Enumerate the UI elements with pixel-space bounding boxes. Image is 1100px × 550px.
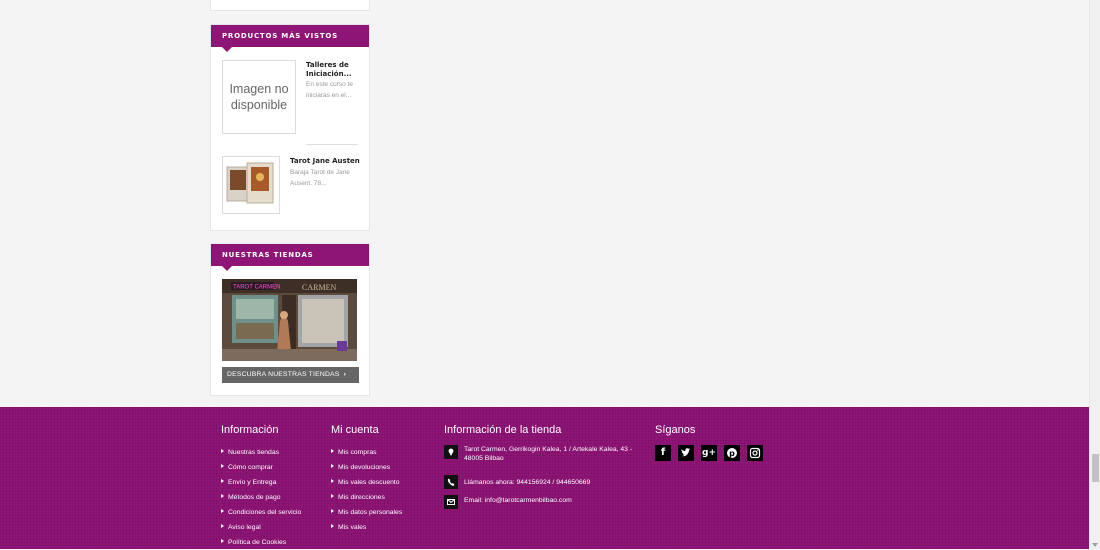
bullet-icon [221, 464, 224, 468]
footer-link[interactable]: Mis datos personales [331, 505, 402, 520]
store-sign-right: CARMEN [302, 283, 336, 292]
footer-account-list: Mis compras Mis devoluciones Mis vales d… [331, 445, 402, 535]
page: PRODUCTOS MÁS VISTOS Imagen no disponibl… [0, 0, 1090, 549]
discover-stores-button[interactable]: DESCUBRA NUESTRAS TIENDAS › [222, 367, 359, 383]
store-sign-left: TAROT CARMEN [233, 285, 280, 291]
google-plus-icon[interactable]: g+ [701, 445, 717, 461]
tarot-deck-image [226, 162, 274, 204]
bullet-icon [331, 464, 334, 468]
footer-link[interactable]: Condiciones del servicio [221, 505, 301, 520]
bullet-icon [331, 524, 334, 528]
footer: Información Nuestras tiendas Cómo compra… [0, 407, 1090, 549]
scrollbar-thumb[interactable] [1092, 454, 1099, 482]
footer-link[interactable]: Mis direcciones [331, 490, 402, 505]
footer-link[interactable]: Aviso legal [221, 520, 301, 535]
bullet-icon [221, 449, 224, 453]
divider [306, 144, 358, 145]
svg-text:p: p [729, 449, 735, 458]
pinterest-icon[interactable]: p [724, 445, 740, 461]
footer-link[interactable]: Cómo comprar [221, 460, 301, 475]
footer-account-title: Mi cuenta [331, 424, 379, 436]
store-phone: Llámanos ahora: 944156924 / 944650669 [464, 479, 591, 486]
store-front-image: TAROT CARMEN CARMEN [222, 279, 357, 361]
instagram-icon[interactable] [747, 445, 763, 461]
footer-store-title: Información de la tienda [444, 424, 562, 436]
footer-link[interactable]: Mis vales descuento [331, 475, 402, 490]
bullet-icon [221, 524, 224, 528]
twitter-icon[interactable] [678, 445, 694, 461]
bullet-icon [331, 479, 334, 483]
phone-icon [444, 475, 458, 489]
footer-link[interactable]: Nuestras tiendas [221, 445, 301, 460]
bullet-icon [221, 494, 224, 498]
map-marker-icon [444, 445, 458, 459]
footer-info-list: Nuestras tiendas Cómo comprar Envío y En… [221, 445, 301, 550]
stores-block: NUESTRAS TIENDAS TAROT CARMEN CARMEN DES… [210, 243, 370, 396]
chevron-right-icon: › [343, 371, 347, 378]
scroll-down-arrow-icon[interactable] [1092, 543, 1098, 547]
bullet-icon [331, 449, 334, 453]
footer-link[interactable]: Envío y Entrega [221, 475, 301, 490]
footer-link[interactable]: Mis compras [331, 445, 402, 460]
store-address: Tarot Carmen, Gerrikogin Kalea, 1 / Arte… [464, 446, 633, 462]
store-email[interactable]: Email: info@tarotcarmenbilbao.com [464, 496, 644, 505]
bullet-icon [221, 509, 224, 513]
product-name-link[interactable]: Talleres de Iniciación... [306, 61, 361, 79]
stores-title: NUESTRAS TIENDAS [211, 244, 369, 271]
vertical-scrollbar[interactable] [1089, 0, 1100, 549]
footer-info-title: Información [221, 424, 279, 436]
footer-link[interactable]: Mis devoluciones [331, 460, 402, 475]
viewed-products-block: PRODUCTOS MÁS VISTOS Imagen no disponibl… [210, 24, 370, 231]
product-description: Baraja Tarot de Jane Ausent. 78... [290, 169, 350, 187]
bullet-icon [331, 509, 334, 513]
previous-block-bottom [210, 0, 370, 11]
footer-link[interactable]: Métodos de pago [221, 490, 301, 505]
no-image-text: Imagen no disponible [229, 82, 289, 112]
product-description: En este curso te iniciaras en el... [306, 81, 353, 99]
discover-stores-label: DESCUBRA NUESTRAS TIENDAS [227, 371, 340, 378]
store-photo[interactable]: TAROT CARMEN CARMEN [222, 279, 357, 361]
bullet-icon [331, 494, 334, 498]
envelope-icon [444, 495, 458, 509]
facebook-icon[interactable]: f [655, 445, 671, 461]
footer-follow-title: Síganos [655, 424, 696, 436]
product-image-placeholder[interactable]: Imagen no disponible [222, 60, 296, 134]
bullet-icon [221, 479, 224, 483]
viewed-products-title: PRODUCTOS MÁS VISTOS [211, 25, 369, 52]
footer-link[interactable]: Política de Cookies [221, 535, 301, 550]
footer-link[interactable]: Mis vales [331, 520, 402, 535]
product-image[interactable] [222, 156, 280, 214]
product-name-link[interactable]: Tarot Jane Austen [290, 157, 365, 166]
bullet-icon [221, 539, 224, 543]
